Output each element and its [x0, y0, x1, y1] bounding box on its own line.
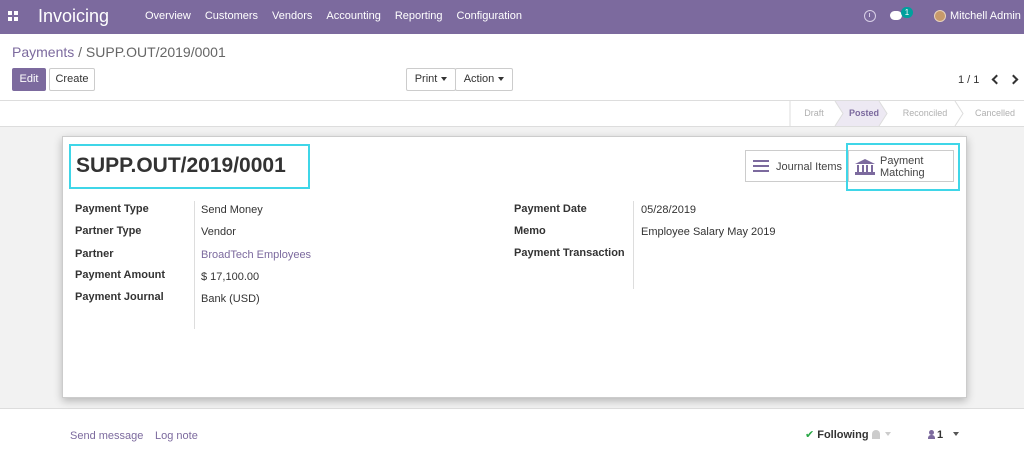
caret-down-icon[interactable] [885, 432, 891, 436]
log-note-button[interactable]: Log note [155, 430, 198, 442]
user-name[interactable]: Mitchell Admin [950, 10, 1021, 22]
stage-cancelled: Cancelled [974, 108, 1016, 118]
apps-grid-icon[interactable] [8, 11, 18, 21]
chevron-right-icon[interactable] [1008, 74, 1019, 85]
field-value-payment-journal: Bank (USD) [201, 293, 260, 305]
breadcrumb-separator: / [78, 44, 83, 60]
menu-item-configuration[interactable]: Configuration [457, 10, 522, 22]
menu-item-overview[interactable]: Overview [145, 10, 191, 22]
field-label-payment-journal: Payment Journal [75, 291, 164, 303]
field-label-memo: Memo [514, 225, 546, 237]
payment-matching-highlight [846, 143, 960, 191]
stage-reconciled: Reconciled [902, 108, 948, 118]
partner-link[interactable]: BroadTech Employees [201, 249, 311, 261]
field-label-partner: Partner [75, 248, 114, 260]
message-count-badge: 1 [901, 7, 913, 18]
title-highlight [69, 144, 310, 189]
check-icon: ✔ [805, 429, 815, 441]
field-label-partner-type: Partner Type [75, 225, 142, 237]
field-divider-left [194, 201, 195, 329]
statusbar: Draft Posted Reconciled Cancelled [0, 100, 1024, 127]
caret-down-icon [498, 77, 505, 82]
activity-clock-icon[interactable] [864, 10, 876, 22]
user-icon[interactable] [928, 430, 935, 440]
bell-icon[interactable] [872, 430, 880, 439]
menu-item-reporting[interactable]: Reporting [395, 10, 443, 22]
journal-items-label: Journal Items [776, 161, 843, 173]
field-value-payment-type: Send Money [201, 204, 263, 216]
print-label: Print [414, 73, 438, 85]
field-value-payment-amount: $ 17,100.00 [201, 271, 260, 283]
breadcrumb-current: SUPP.OUT/2019/0001 [85, 44, 226, 60]
chevron-left-icon[interactable] [991, 74, 1002, 85]
edit-button[interactable]: Edit [12, 68, 46, 91]
field-value-partner-type: Vendor [201, 226, 236, 238]
action-dropdown[interactable]: Action [455, 68, 513, 91]
create-button[interactable]: Create [49, 68, 95, 91]
field-label-payment-type: Payment Type [75, 203, 149, 215]
breadcrumb-payments-link[interactable]: Payments [12, 44, 74, 60]
field-label-payment-transaction: Payment Transaction [514, 247, 625, 259]
main-menu: Overview Customers Vendors Accounting Re… [145, 10, 536, 22]
followers-count[interactable]: 1 [937, 429, 943, 441]
app-title[interactable]: Invoicing [38, 6, 109, 27]
action-label: Action [463, 73, 495, 85]
breadcrumb: Payments / SUPP.OUT/2019/0001 [12, 44, 226, 60]
top-navbar: Invoicing Overview Customers Vendors Acc… [0, 0, 1024, 34]
following-button[interactable]: ✔ Following [805, 428, 869, 441]
menu-item-customers[interactable]: Customers [205, 10, 258, 22]
caret-down-icon[interactable] [953, 432, 959, 436]
pager-value[interactable]: 1 / 1 [958, 74, 979, 86]
print-dropdown[interactable]: Print [406, 68, 456, 91]
send-message-button[interactable]: Send message [70, 430, 143, 442]
field-divider-right [633, 201, 634, 289]
field-value-memo: Employee Salary May 2019 [641, 226, 776, 238]
list-icon [753, 160, 769, 173]
field-label-payment-date: Payment Date [514, 203, 587, 215]
field-value-payment-date: 05/28/2019 [641, 204, 697, 216]
caret-down-icon [441, 77, 448, 82]
stage-draft: Draft [804, 108, 824, 118]
menu-item-accounting[interactable]: Accounting [326, 10, 380, 22]
menu-item-vendors[interactable]: Vendors [272, 10, 312, 22]
field-label-payment-amount: Payment Amount [75, 269, 166, 281]
journal-items-button[interactable]: Journal Items [745, 150, 848, 182]
stage-posted: Posted [848, 108, 879, 118]
user-avatar[interactable] [934, 10, 946, 22]
following-label: Following [817, 429, 869, 441]
